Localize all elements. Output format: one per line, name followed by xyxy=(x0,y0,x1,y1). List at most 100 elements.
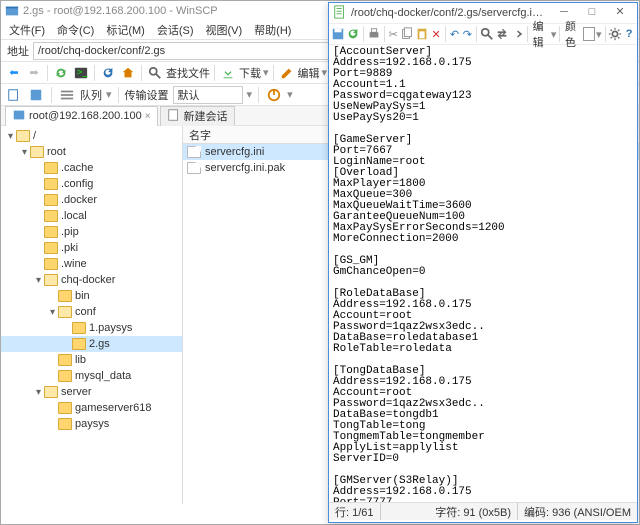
file-name: servercfg.ini xyxy=(205,146,264,158)
expand-icon[interactable]: ▾ xyxy=(33,387,44,398)
menu-file[interactable]: 文件(F) xyxy=(5,21,49,39)
tree-label: root xyxy=(47,146,66,158)
color-picker[interactable] xyxy=(583,27,595,41)
download-icon[interactable] xyxy=(219,64,237,82)
editor-statusbar: 行: 1/61 字符: 91 (0x5B) 编码: 936 (ANSI/OEM xyxy=(329,502,637,520)
new-session-tab[interactable]: 新建会话 xyxy=(160,106,235,126)
status-encoding: 编码: 936 (ANSI/OEM xyxy=(518,503,637,520)
replace-icon[interactable] xyxy=(495,26,509,43)
tree-label: conf xyxy=(75,306,96,318)
session-tab-active[interactable]: root@192.168.200.100 × xyxy=(5,106,158,126)
tree-node[interactable]: .wine xyxy=(1,256,182,272)
tree-node[interactable]: 1.paysys xyxy=(1,320,182,336)
menu-session[interactable]: 会话(S) xyxy=(153,21,198,39)
find-icon[interactable] xyxy=(146,64,164,82)
menu-command[interactable]: 命令(C) xyxy=(53,21,98,39)
paste-icon[interactable] xyxy=(415,26,429,43)
tree-node[interactable]: bin xyxy=(1,288,182,304)
tree-node[interactable]: .docker xyxy=(1,192,182,208)
tree-label: .cache xyxy=(61,162,93,174)
menu-help[interactable]: 帮助(H) xyxy=(250,21,295,39)
editor-close-button[interactable]: ✕ xyxy=(607,5,633,21)
expand-icon[interactable]: ▾ xyxy=(47,307,58,318)
folder-icon xyxy=(16,130,30,142)
delete-icon[interactable]: ✕ xyxy=(430,26,442,43)
new-icon xyxy=(167,108,181,125)
edit-label[interactable]: 编辑 xyxy=(298,65,320,81)
settings-icon[interactable] xyxy=(608,26,622,43)
save-icon[interactable] xyxy=(331,26,345,43)
folder-icon xyxy=(72,338,86,350)
tree-node[interactable]: mysql_data xyxy=(1,368,182,384)
tree-label: 1.paysys xyxy=(89,322,132,334)
tree-label: mysql_data xyxy=(75,370,131,382)
tree-node[interactable]: ▾chq-docker xyxy=(1,272,182,288)
cut-icon[interactable]: ✂ xyxy=(387,26,399,43)
tree-node[interactable]: lib xyxy=(1,352,182,368)
menu-mark[interactable]: 标记(M) xyxy=(102,21,149,39)
tree-node[interactable]: .pki xyxy=(1,240,182,256)
tree-node[interactable]: .config xyxy=(1,176,182,192)
sync-icon[interactable] xyxy=(52,64,70,82)
download-label[interactable]: 下载 xyxy=(239,65,261,81)
tree-node[interactable]: ▾ conf xyxy=(1,304,182,320)
goto-icon[interactable] xyxy=(510,26,524,43)
directory-tree[interactable]: ▾/ ▾ root .cache .config.docker .local .pip.p… xyxy=(1,126,183,504)
reload-icon[interactable] xyxy=(346,26,360,43)
find-label[interactable]: 查找文件 xyxy=(166,65,210,81)
expand-icon[interactable]: ▾ xyxy=(5,131,16,142)
tree-node[interactable]: ▾server xyxy=(1,384,182,400)
folder-icon xyxy=(44,242,58,254)
home-icon[interactable] xyxy=(119,64,137,82)
terminal-icon[interactable]: >_ xyxy=(72,64,90,82)
editor-window: /root/chq-docker/conf/2.gs/servercfg.ini… xyxy=(328,2,638,523)
forward-button[interactable]: ➡ xyxy=(25,64,43,82)
new-session-icon[interactable] xyxy=(5,86,23,104)
save-session-icon[interactable] xyxy=(27,86,45,104)
app-icon xyxy=(5,4,19,18)
edit-menu-label[interactable]: 编辑 xyxy=(531,18,550,50)
expand-icon[interactable]: ▾ xyxy=(33,275,44,286)
tree-node[interactable]: 2.gs xyxy=(1,336,182,352)
queue-label[interactable]: 队列 xyxy=(80,87,102,103)
transfer-label: 传输设置 xyxy=(125,87,169,103)
editor-titlebar[interactable]: /root/chq-docker/conf/2.gs/servercfg.ini… xyxy=(329,3,637,23)
folder-icon xyxy=(58,290,72,302)
tree-node[interactable]: ▾/ xyxy=(1,128,182,144)
editor-text[interactable]: [AccountServer] Address=192.168.0.175 Po… xyxy=(333,47,633,502)
refresh-icon[interactable] xyxy=(99,64,117,82)
tree-label: lib xyxy=(75,354,86,366)
editor-content[interactable]: [AccountServer] Address=192.168.0.175 Po… xyxy=(329,45,637,502)
queue-list-icon[interactable] xyxy=(58,86,76,104)
expand-icon[interactable]: ▾ xyxy=(19,147,30,158)
toggle-icon[interactable] xyxy=(265,86,283,104)
editor-title: /root/chq-docker/conf/2.gs/servercfg.ini… xyxy=(351,7,547,19)
undo-icon[interactable]: ↶ xyxy=(449,26,461,43)
copy-icon[interactable] xyxy=(400,26,414,43)
close-tab-icon[interactable]: × xyxy=(145,111,151,122)
color-label: 颜色 xyxy=(563,18,582,50)
tree-label: .wine xyxy=(61,258,87,270)
back-button[interactable]: ⬅ xyxy=(5,64,23,82)
tree-node[interactable]: gameserver618 xyxy=(1,400,182,416)
tree-node[interactable]: .local xyxy=(1,208,182,224)
folder-icon xyxy=(44,162,58,174)
folder-icon xyxy=(58,402,72,414)
find-icon[interactable] xyxy=(480,26,494,43)
menu-view[interactable]: 视图(V) xyxy=(202,21,247,39)
editor-maximize-button[interactable]: □ xyxy=(579,5,605,21)
tree-node[interactable]: ▾ root xyxy=(1,144,182,160)
file-icon xyxy=(187,162,201,174)
tree-node[interactable]: paysys xyxy=(1,416,182,432)
tree-node[interactable]: .pip xyxy=(1,224,182,240)
print-icon[interactable] xyxy=(367,26,381,43)
help-icon[interactable]: ? xyxy=(623,26,635,43)
edit-icon[interactable] xyxy=(278,64,296,82)
transfer-preset-dropdown[interactable]: 默认 xyxy=(173,86,243,104)
folder-icon xyxy=(44,210,58,222)
redo-icon[interactable]: ↷ xyxy=(461,26,473,43)
folder-icon xyxy=(44,274,58,286)
tree-node[interactable]: .cache xyxy=(1,160,182,176)
tree-label: .local xyxy=(61,210,87,222)
folder-icon xyxy=(58,370,72,382)
